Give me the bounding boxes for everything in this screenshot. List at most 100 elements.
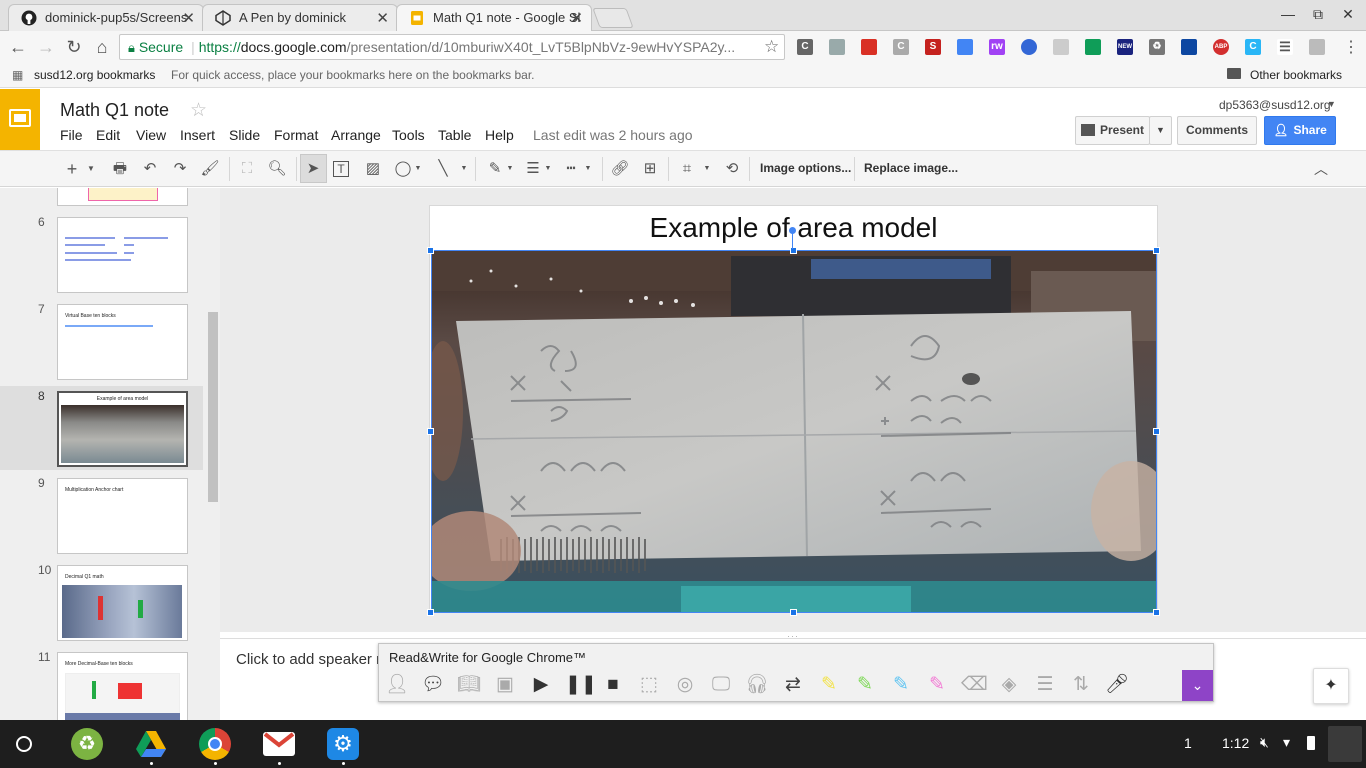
chevron-down-icon[interactable]: ⌄ bbox=[1182, 670, 1213, 701]
menu-view[interactable]: View bbox=[136, 127, 166, 143]
last-edit[interactable]: Last edit was 2 hours ago bbox=[533, 127, 693, 143]
slide-thumbnail[interactable] bbox=[57, 188, 188, 206]
star-icon[interactable]: ☆ bbox=[190, 99, 207, 122]
close-icon[interactable]: ✕ bbox=[570, 9, 583, 27]
line-icon[interactable]: ╲ bbox=[433, 159, 453, 179]
battery-icon[interactable] bbox=[1307, 736, 1315, 750]
sort-icon[interactable]: ⇅ bbox=[1069, 673, 1093, 697]
extension-shield-icon[interactable] bbox=[1181, 39, 1197, 55]
crop-icon[interactable]: ⌗ bbox=[677, 159, 697, 179]
headphones-icon[interactable]: 🎧︎ bbox=[745, 673, 769, 697]
menu-edit[interactable]: Edit bbox=[96, 127, 120, 143]
slide-thumbnail-11[interactable]: More Decimal-Base ten blocks bbox=[57, 652, 188, 720]
chevron-down-icon[interactable]: ▼ bbox=[702, 159, 712, 179]
dictionary-icon[interactable]: 💬︎ bbox=[421, 673, 445, 697]
chevron-down-icon[interactable]: ▼ bbox=[413, 159, 423, 179]
audio-maker-icon[interactable]: ◎ bbox=[673, 673, 697, 697]
comments-button[interactable]: Comments bbox=[1177, 116, 1257, 145]
other-bookmarks[interactable]: Other bookmarks bbox=[1250, 68, 1342, 82]
maximize-icon[interactable]: ⧉ bbox=[1308, 6, 1328, 23]
menu-arrange[interactable]: Arrange bbox=[331, 127, 381, 143]
extension-camera-icon[interactable] bbox=[1053, 39, 1069, 55]
zoom-fit-icon[interactable]: ⛶ bbox=[237, 159, 257, 179]
image-icon[interactable]: ▨ bbox=[363, 159, 383, 179]
add-comment-icon[interactable]: ⊞ bbox=[640, 159, 660, 179]
screenshot-reader-icon[interactable]: ⬚ bbox=[637, 673, 661, 697]
picture-dictionary-icon[interactable]: 📖︎ bbox=[457, 673, 481, 697]
adblock-icon[interactable]: ABP bbox=[1213, 39, 1229, 55]
menu-insert[interactable]: Insert bbox=[180, 127, 215, 143]
gmail-app-icon[interactable] bbox=[263, 732, 295, 756]
resize-handle-w[interactable] bbox=[427, 428, 434, 435]
print-icon[interactable]: 🖶︎ bbox=[110, 159, 130, 179]
stop-icon[interactable]: ■ bbox=[601, 673, 625, 697]
paint-format-icon[interactable]: 🖌︎ bbox=[200, 159, 220, 179]
slide-thumbnail-6[interactable] bbox=[57, 217, 188, 293]
slide-thumbnail-10[interactable]: Decimal Q1 math bbox=[57, 565, 188, 641]
list-icon[interactable]: ☰ bbox=[1277, 39, 1293, 55]
border-color-icon[interactable]: ✎ bbox=[485, 159, 505, 179]
bookmark-folder[interactable]: susd12.org bookmarks bbox=[34, 68, 155, 82]
screen-mask-icon[interactable]: 🖵︎ bbox=[709, 673, 733, 697]
prediction-icon[interactable]: 👤︎ bbox=[385, 673, 409, 697]
shape-icon[interactable]: ◯ bbox=[393, 159, 413, 179]
tab-slides[interactable]: Math Q1 note - Google Sl ✕ bbox=[396, 4, 592, 32]
resize-handle-s[interactable] bbox=[790, 609, 797, 616]
extension-c2-icon[interactable]: C bbox=[893, 39, 909, 55]
forward-icon[interactable]: → bbox=[35, 37, 57, 57]
new-tab-button[interactable] bbox=[592, 8, 634, 28]
document-title[interactable]: Math Q1 note bbox=[60, 100, 169, 121]
extension-stack-icon[interactable] bbox=[1309, 39, 1325, 55]
wifi-icon[interactable]: ▾ bbox=[1283, 734, 1290, 751]
vocabulary-list-icon[interactable]: ☰ bbox=[1033, 673, 1057, 697]
highlight-blue-icon[interactable]: ✎ bbox=[889, 673, 913, 697]
extension-pen-icon[interactable] bbox=[957, 39, 973, 55]
redo-icon[interactable]: ↷ bbox=[170, 159, 190, 179]
launcher-icon[interactable] bbox=[16, 736, 32, 752]
ime-indicator[interactable]: 1 bbox=[1184, 735, 1192, 751]
menu-tools[interactable]: Tools bbox=[392, 127, 425, 143]
menu-slide[interactable]: Slide bbox=[229, 127, 260, 143]
chrome-app-icon[interactable] bbox=[199, 728, 231, 760]
recycle-app-icon[interactable]: ♻ bbox=[71, 728, 103, 760]
present-dropdown[interactable]: ▼ bbox=[1149, 116, 1172, 145]
extension-rw-icon[interactable]: rw bbox=[989, 39, 1005, 55]
drive-app-icon[interactable] bbox=[135, 728, 167, 760]
filmstrip-scrollbar-thumb[interactable] bbox=[208, 312, 218, 502]
slide-thumbnail-8[interactable]: Example of area model bbox=[57, 391, 188, 467]
extension-recycle-icon[interactable]: ♻ bbox=[1149, 39, 1165, 55]
resize-handle-ne[interactable] bbox=[1153, 247, 1160, 254]
clock[interactable]: 1:12 bbox=[1222, 735, 1249, 751]
collapse-toolbar-icon[interactable]: ︿ bbox=[1311, 159, 1331, 179]
apps-icon[interactable]: ▦ bbox=[12, 68, 23, 82]
tab-github[interactable]: dominick-pup5s/Screens ✕ bbox=[8, 4, 204, 31]
rotate-handle[interactable] bbox=[789, 227, 796, 234]
voice-note-icon[interactable]: 🎤︎ bbox=[1105, 673, 1129, 697]
chevron-down-icon[interactable]: ▼ bbox=[505, 159, 515, 179]
menu-help[interactable]: Help bbox=[485, 127, 514, 143]
notes-placeholder[interactable]: Click to add speaker n bbox=[236, 651, 384, 668]
address-bar[interactable]: 🔒︎ Secure | https://docs.google.com/prese… bbox=[119, 34, 785, 60]
present-button[interactable]: Present bbox=[1075, 116, 1150, 145]
slide-thumbnail-9[interactable]: Multiplication Anchor chart bbox=[57, 478, 188, 554]
bookmark-star-icon[interactable]: ☆ bbox=[764, 37, 779, 57]
image-options-button[interactable]: Image options... bbox=[760, 161, 851, 175]
close-icon[interactable]: ✕ bbox=[376, 9, 389, 27]
extension-mic-icon[interactable] bbox=[1021, 39, 1037, 55]
minimize-icon[interactable]: — bbox=[1278, 6, 1298, 22]
highlight-pink-icon[interactable]: ✎ bbox=[925, 673, 949, 697]
reset-image-icon[interactable]: ⟲ bbox=[722, 159, 742, 179]
share-button[interactable]: 👤︎ Share bbox=[1264, 116, 1336, 145]
extension-c-icon[interactable]: C bbox=[797, 39, 813, 55]
border-dash-icon[interactable]: ┅ bbox=[561, 159, 581, 179]
new-slide-icon[interactable]: + bbox=[62, 159, 82, 179]
extension-s-icon[interactable]: S bbox=[925, 39, 941, 55]
menu-table[interactable]: Table bbox=[438, 127, 471, 143]
chevron-down-icon[interactable]: ▼ bbox=[583, 159, 593, 179]
menu-file[interactable]: File bbox=[60, 127, 83, 143]
border-weight-icon[interactable]: ☰ bbox=[523, 159, 543, 179]
explore-button[interactable]: ✦ bbox=[1313, 668, 1349, 704]
extension-drive-icon[interactable] bbox=[1085, 39, 1101, 55]
avatar[interactable] bbox=[1328, 726, 1362, 762]
back-icon[interactable]: ← bbox=[7, 37, 29, 57]
